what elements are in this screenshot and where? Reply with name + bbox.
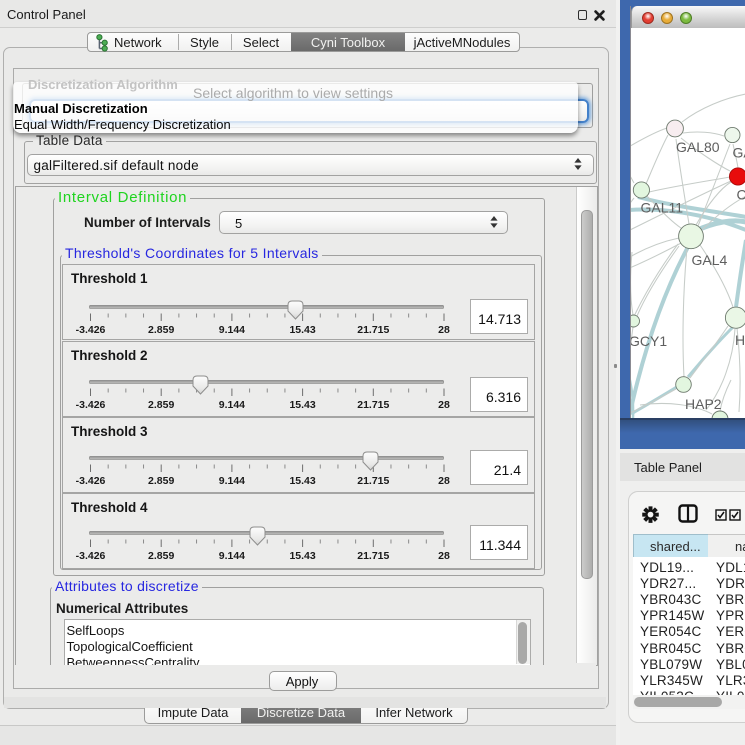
svg-text:HAP2: HAP2 bbox=[685, 396, 722, 412]
svg-text:GAL80: GAL80 bbox=[676, 139, 720, 155]
svg-text:GAL11: GAL11 bbox=[641, 200, 684, 216]
svg-text:H: H bbox=[735, 332, 745, 348]
svg-text:CY: CY bbox=[737, 187, 745, 203]
svg-text:GA: GA bbox=[733, 145, 745, 161]
svg-text:GCY1: GCY1 bbox=[631, 333, 667, 349]
svg-text:GAL4: GAL4 bbox=[692, 252, 728, 268]
